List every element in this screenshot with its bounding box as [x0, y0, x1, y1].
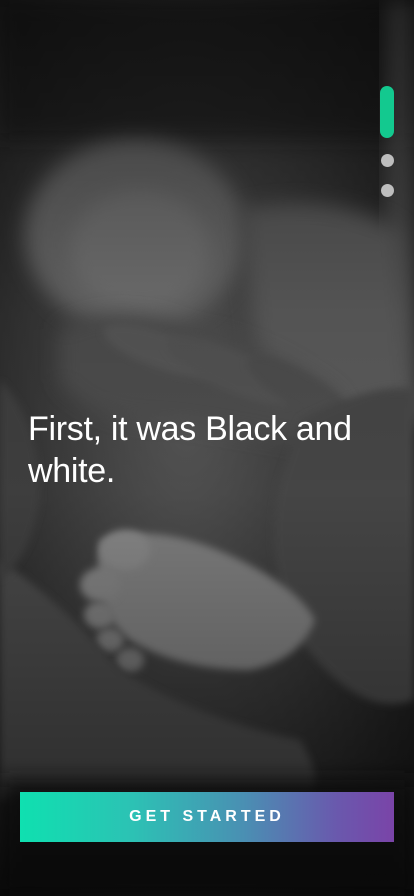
- onboarding-headline: First, it was Black and white.: [28, 410, 352, 490]
- page-indicator: [380, 86, 394, 214]
- page-indicator-active[interactable]: [380, 86, 394, 138]
- get-started-button[interactable]: GET STARTED: [20, 792, 394, 842]
- page-indicator-dot-2[interactable]: [380, 154, 394, 167]
- page-indicator-dot-3[interactable]: [380, 184, 394, 197]
- onboarding-screen: First, it was Black and white. GET START…: [0, 0, 414, 896]
